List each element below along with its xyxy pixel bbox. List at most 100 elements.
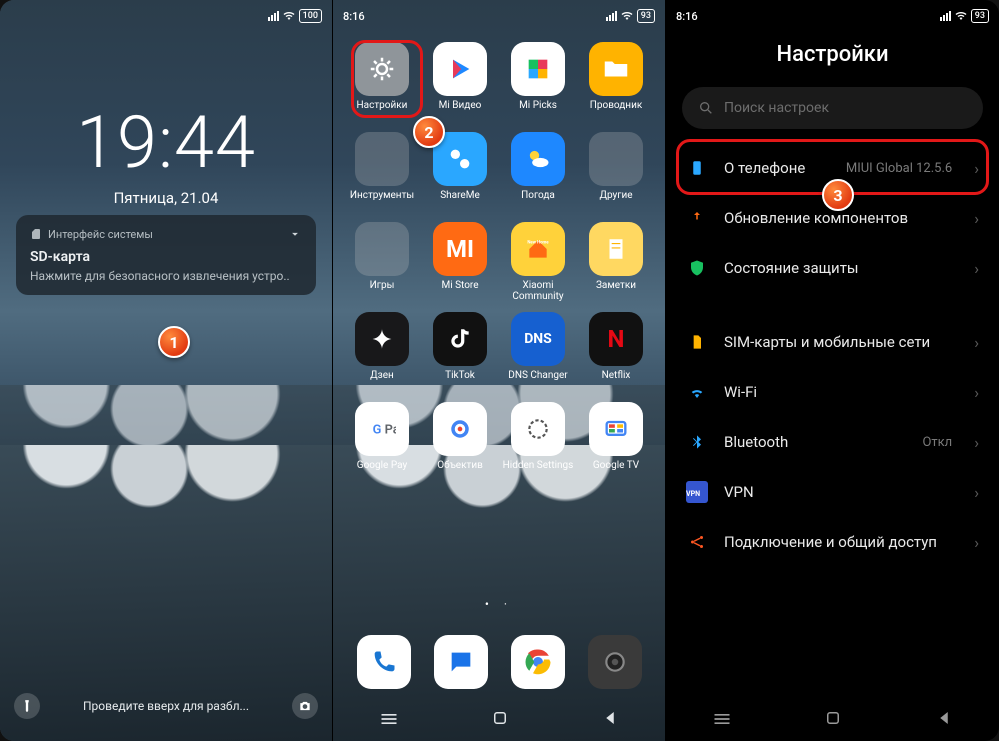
wifi-icon [283, 10, 295, 22]
chevron-down-icon[interactable] [288, 227, 302, 241]
wifi-icon [621, 10, 633, 22]
app-icon [511, 42, 565, 96]
folder-icon [355, 222, 409, 276]
chevron-right-icon: › [974, 533, 979, 552]
nav-home-icon[interactable] [491, 709, 509, 727]
app-label: Проводник [590, 100, 643, 122]
nav-menu-icon[interactable] [379, 709, 399, 729]
dock-camera[interactable] [588, 635, 642, 689]
app-icon: DNS [511, 312, 565, 366]
app-погода[interactable]: Погода [501, 132, 575, 212]
settings-bt[interactable]: Bluetooth Откл › [672, 417, 993, 467]
app-google-tv[interactable]: Google TV [579, 402, 653, 482]
app-icon [433, 402, 487, 456]
battery-indicator: 93 [637, 9, 655, 23]
app-icon: MI [433, 222, 487, 276]
app-icon [355, 42, 409, 96]
app-заметки[interactable]: Заметки [579, 222, 653, 302]
app-дзен[interactable]: Дзен [345, 312, 419, 392]
notif-message: Нажмите для безопасного извлечения устро… [30, 269, 302, 283]
chevron-right-icon: › [974, 383, 979, 402]
dock-chrome[interactable] [511, 635, 565, 689]
dock [345, 635, 653, 689]
settings-vpn[interactable]: VPN VPN › [672, 467, 993, 517]
chevron-right-icon: › [974, 209, 979, 228]
app-netflix[interactable]: NNetflix [579, 312, 653, 392]
dock-phone[interactable] [357, 635, 411, 689]
app-icon: G Pay [355, 402, 409, 456]
chevron-right-icon: › [974, 159, 979, 178]
app-label: Инструменты [350, 190, 414, 212]
app-инструменты[interactable]: Инструменты [345, 132, 419, 212]
app-icon [511, 402, 565, 456]
dock-messages[interactable] [434, 635, 488, 689]
nav-home-icon[interactable] [824, 709, 842, 727]
signal-icon [606, 11, 617, 21]
status-bar: 8:16 93 [343, 6, 655, 26]
wifi-icon [686, 381, 708, 403]
settings-sim[interactable]: SIM-карты и мобильные сети › [672, 317, 993, 367]
settings-wifi[interactable]: Wi-Fi › [672, 367, 993, 417]
app-mi-видео[interactable]: Mi Видео [423, 42, 497, 122]
app-mi-picks[interactable]: Mi Picks [501, 42, 575, 122]
phone-info-icon [686, 157, 708, 179]
settings-pane: 8:16 93 Настройки Поиск настроек О телеф… [666, 0, 999, 741]
app-игры[interactable]: Игры [345, 222, 419, 302]
settings-item-label: Обновление компонентов [724, 209, 958, 228]
settings-item-label: VPN [724, 483, 958, 502]
app-label: Объектив [437, 460, 483, 482]
app-dns-changer[interactable]: DNSDNS Changer [501, 312, 575, 392]
settings-share[interactable]: Подключение и общий доступ › [672, 517, 993, 567]
settings-shield[interactable]: Состояние защиты › [672, 243, 993, 293]
app-label: Mi Picks [519, 100, 557, 122]
app-label: Xiaomi Community [501, 280, 575, 302]
camera-icon [588, 635, 642, 689]
settings-item-label: Состояние защиты [724, 259, 958, 278]
notif-source: Интерфейс системы [48, 228, 153, 241]
nav-menu-icon[interactable] [712, 709, 732, 729]
app-label: Погода [521, 190, 555, 212]
app-grid: Настройки Mi Видео Mi Picks Проводник Инстру… [345, 42, 653, 482]
settings-item-label: SIM-карты и мобильные сети [724, 333, 958, 352]
app-настройки[interactable]: Настройки [345, 42, 419, 122]
camera-shortcut[interactable] [292, 693, 318, 719]
app-icon [589, 402, 643, 456]
sd-card-notification[interactable]: Интерфейс системы SD-карта Нажмите для б… [16, 215, 316, 295]
app-xiaomi-community[interactable]: New Home Xiaomi Community [501, 222, 575, 302]
status-time: 8:16 [676, 10, 698, 23]
app-label: Настройки [357, 100, 408, 122]
search-input[interactable]: Поиск настроек [682, 87, 983, 129]
app-hidden-settings[interactable]: Hidden Settings [501, 402, 575, 482]
settings-item-label: Wi-Fi [724, 383, 936, 402]
app-label: Дзен [370, 370, 394, 392]
app-label: Заметки [596, 280, 636, 302]
app-label: Google Pay [357, 460, 407, 482]
app-проводник[interactable]: Проводник [579, 42, 653, 122]
app-label: Google TV [593, 460, 639, 482]
app-label: Mi Видео [439, 100, 482, 122]
app-icon: N [589, 312, 643, 366]
nav-back-icon[interactable] [601, 709, 619, 727]
messages-icon [434, 635, 488, 689]
app-label: Hidden Settings [503, 460, 574, 482]
app-google-pay[interactable]: G Pay Google Pay [345, 402, 419, 482]
unlock-hint: Проведите вверх для разбл... [40, 699, 292, 713]
chevron-right-icon: › [974, 333, 979, 352]
update-icon [686, 207, 708, 229]
nav-back-icon[interactable] [935, 709, 953, 727]
flashlight-icon [20, 699, 34, 713]
status-time: 8:16 [343, 10, 365, 23]
app-icon [433, 42, 487, 96]
app-icon [589, 42, 643, 96]
app-icon [355, 312, 409, 366]
wifi-icon [955, 10, 967, 22]
svg-text:New Home: New Home [527, 241, 549, 246]
app-другие[interactable]: Другие [579, 132, 653, 212]
app-объектив[interactable]: Объектив [423, 402, 497, 482]
homescreen-pane: 8:16 93 Настройки Mi Видео Mi Picks Проводн… [333, 0, 666, 741]
camera-icon [298, 699, 312, 713]
app-mi-store[interactable]: MIMi Store [423, 222, 497, 302]
folder-icon [355, 132, 409, 186]
app-tiktok[interactable]: TikTok [423, 312, 497, 392]
flashlight-shortcut[interactable] [14, 693, 40, 719]
